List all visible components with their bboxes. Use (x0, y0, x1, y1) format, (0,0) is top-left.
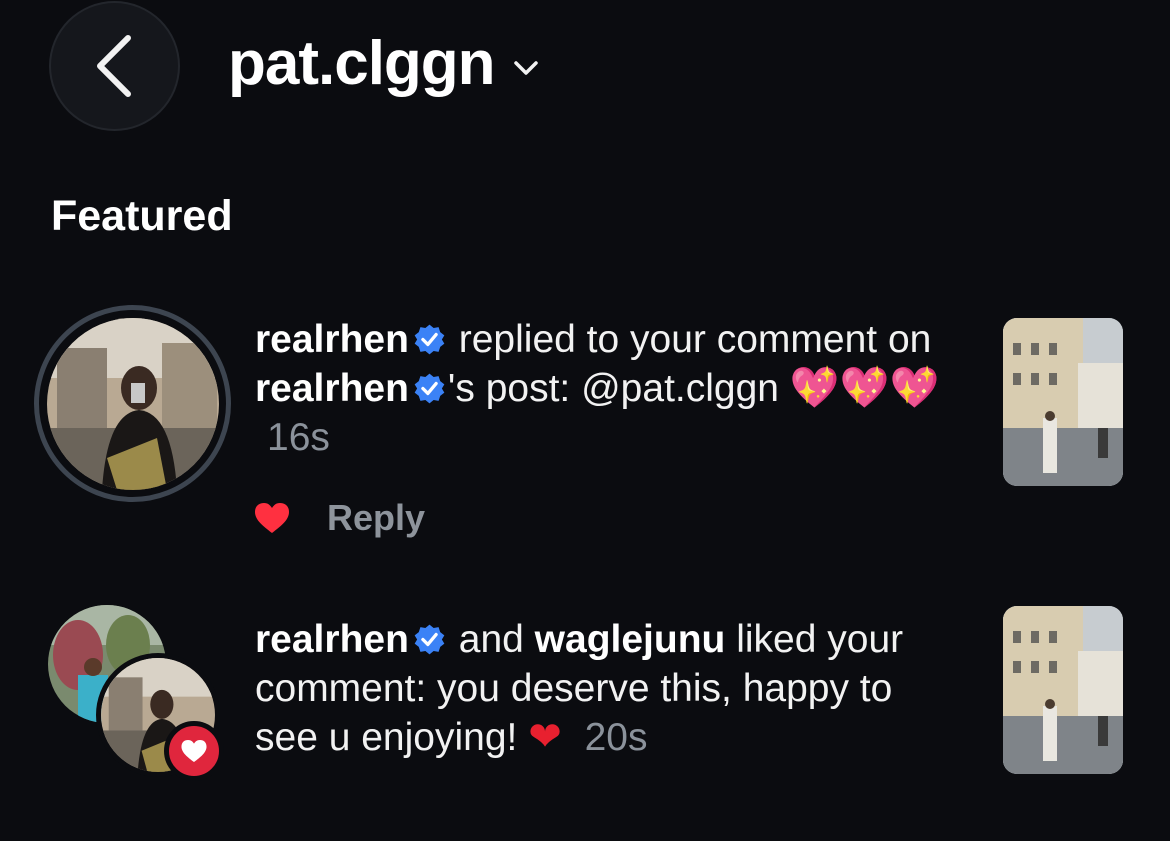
notifications-page: pat.clggn Featured realrhen replied to y… (0, 0, 1170, 841)
heart-icon[interactable] (253, 501, 291, 535)
account-switcher[interactable]: pat.clggn (228, 28, 539, 99)
verified-badge-icon (414, 324, 445, 355)
mention[interactable]: @pat.clggn (581, 367, 779, 410)
notification-text: realrhen replied to your comment on real… (255, 315, 945, 462)
like-badge (164, 721, 224, 781)
post-thumbnail[interactable] (1003, 318, 1123, 486)
emoji-red-heart: ❤ (528, 714, 562, 760)
reply-button[interactable]: Reply (327, 497, 425, 539)
notification-text: realrhen and waglejunu liked your commen… (255, 615, 945, 762)
story-ring[interactable] (34, 305, 231, 502)
post-thumbnail[interactable] (1003, 606, 1123, 774)
heart-icon (181, 739, 207, 763)
verified-badge-icon (414, 373, 445, 404)
comment-actions: Reply (253, 497, 425, 539)
avatar (46, 317, 219, 490)
avatar-stack[interactable] (48, 605, 228, 785)
chevron-left-icon (96, 35, 131, 97)
notification-body: and (458, 618, 524, 661)
timestamp: 20s (584, 716, 648, 759)
emoji-sparkling-hearts: 💖💖💖 (789, 365, 940, 411)
timestamp: 16s (267, 416, 330, 459)
notification-body: replied to your comment on (458, 318, 932, 361)
username-link[interactable]: realrhen (255, 367, 409, 410)
back-button[interactable] (49, 1, 180, 131)
notification-body-suffix: 's post: (447, 367, 571, 410)
username-link[interactable]: realrhen (255, 318, 409, 361)
username-link[interactable]: waglejunu (535, 618, 726, 661)
verified-badge-icon (414, 624, 445, 655)
chevron-down-icon (513, 60, 538, 75)
username-title: pat.clggn (228, 29, 496, 98)
username-link[interactable]: realrhen (255, 618, 409, 661)
section-title: Featured (51, 192, 233, 240)
